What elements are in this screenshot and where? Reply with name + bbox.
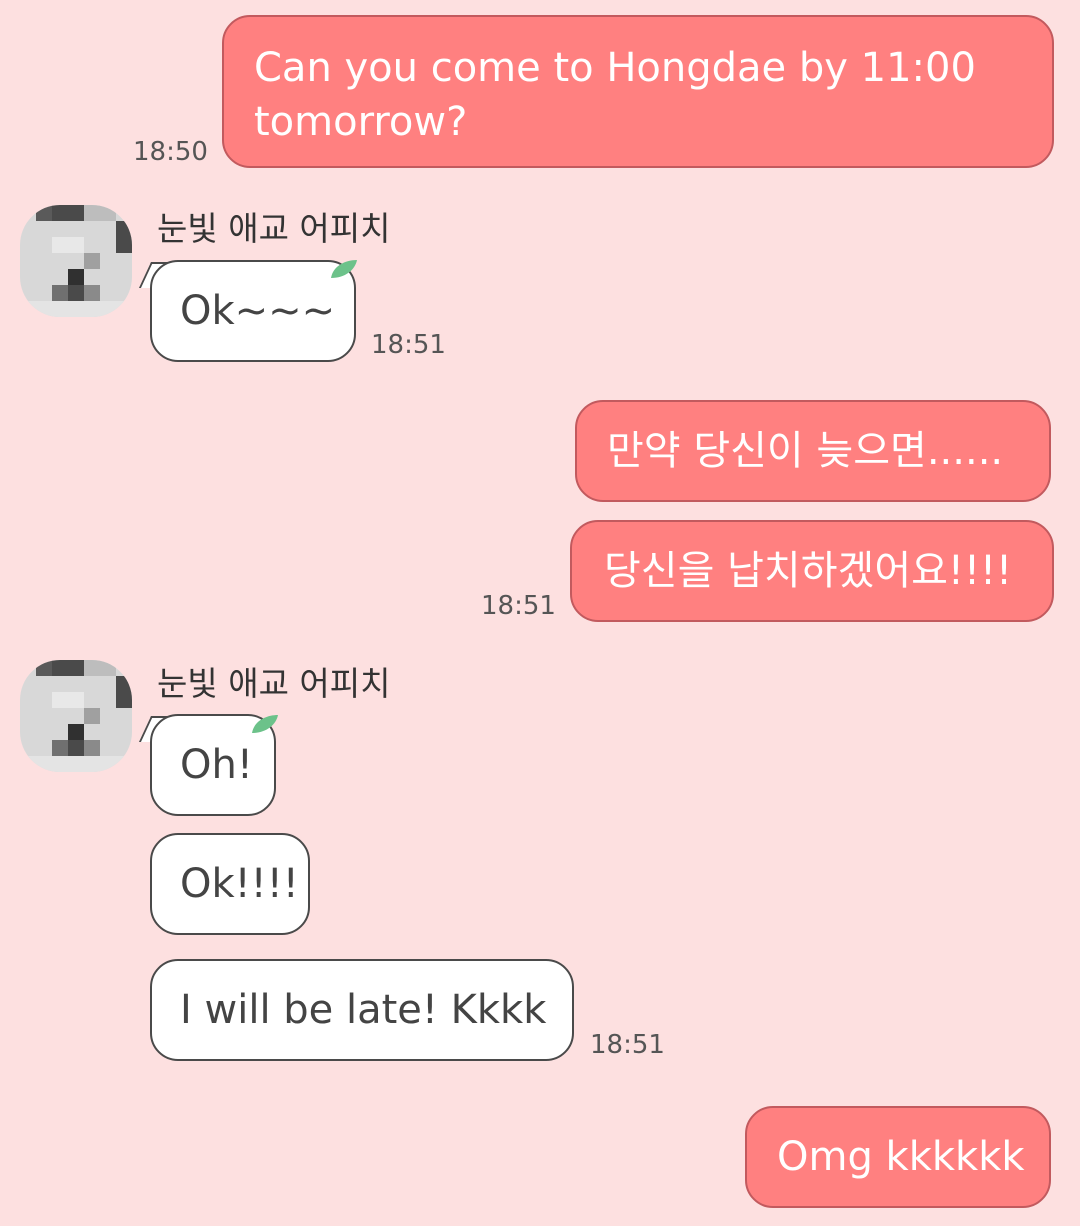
message-timestamp: 18:51 (481, 591, 556, 621)
leaf-icon (252, 715, 278, 733)
message-text: Ok!!!! (180, 861, 299, 907)
sender-name: 눈빛 애교 어피치 (157, 209, 391, 248)
incoming-message-bubble[interactable]: Ok~~~ (150, 260, 356, 362)
sender-avatar[interactable] (20, 205, 132, 317)
leaf-icon (331, 260, 357, 278)
incoming-message-bubble[interactable]: Ok!!!! (150, 833, 310, 935)
pixelated-avatar-image (20, 660, 132, 772)
message-timestamp: 18:51 (590, 1030, 665, 1060)
message-text: I will be late! Kkkk (180, 987, 547, 1033)
message-text-line: tomorrow? (254, 99, 468, 145)
message-text: 당신을 납치하겠어요!!!! (604, 548, 1013, 594)
outgoing-message-bubble[interactable]: 당신을 납치하겠어요!!!! (570, 520, 1054, 622)
outgoing-message-bubble[interactable]: 만약 당신이 늦으면...... (575, 400, 1051, 502)
outgoing-message-bubble[interactable]: Can you come to Hongdae by 11:00 tomorro… (222, 15, 1054, 168)
pixelated-avatar-image (20, 205, 132, 317)
message-text-line: Can you come to Hongdae by 11:00 (254, 45, 976, 91)
sender-name: 눈빛 애교 어피치 (157, 664, 391, 703)
incoming-message-bubble[interactable]: I will be late! Kkkk (150, 959, 574, 1061)
message-timestamp: 18:50 (133, 137, 208, 167)
message-timestamp: 18:51 (371, 330, 446, 360)
sender-avatar[interactable] (20, 660, 132, 772)
message-text: Omg kkkkkk (777, 1134, 1025, 1180)
outgoing-message-bubble[interactable]: Omg kkkkkk (745, 1106, 1051, 1208)
message-text: Oh! (180, 742, 253, 788)
message-text: 만약 당신이 늦으면...... (607, 428, 1004, 474)
message-text: Ok~~~ (180, 288, 336, 334)
